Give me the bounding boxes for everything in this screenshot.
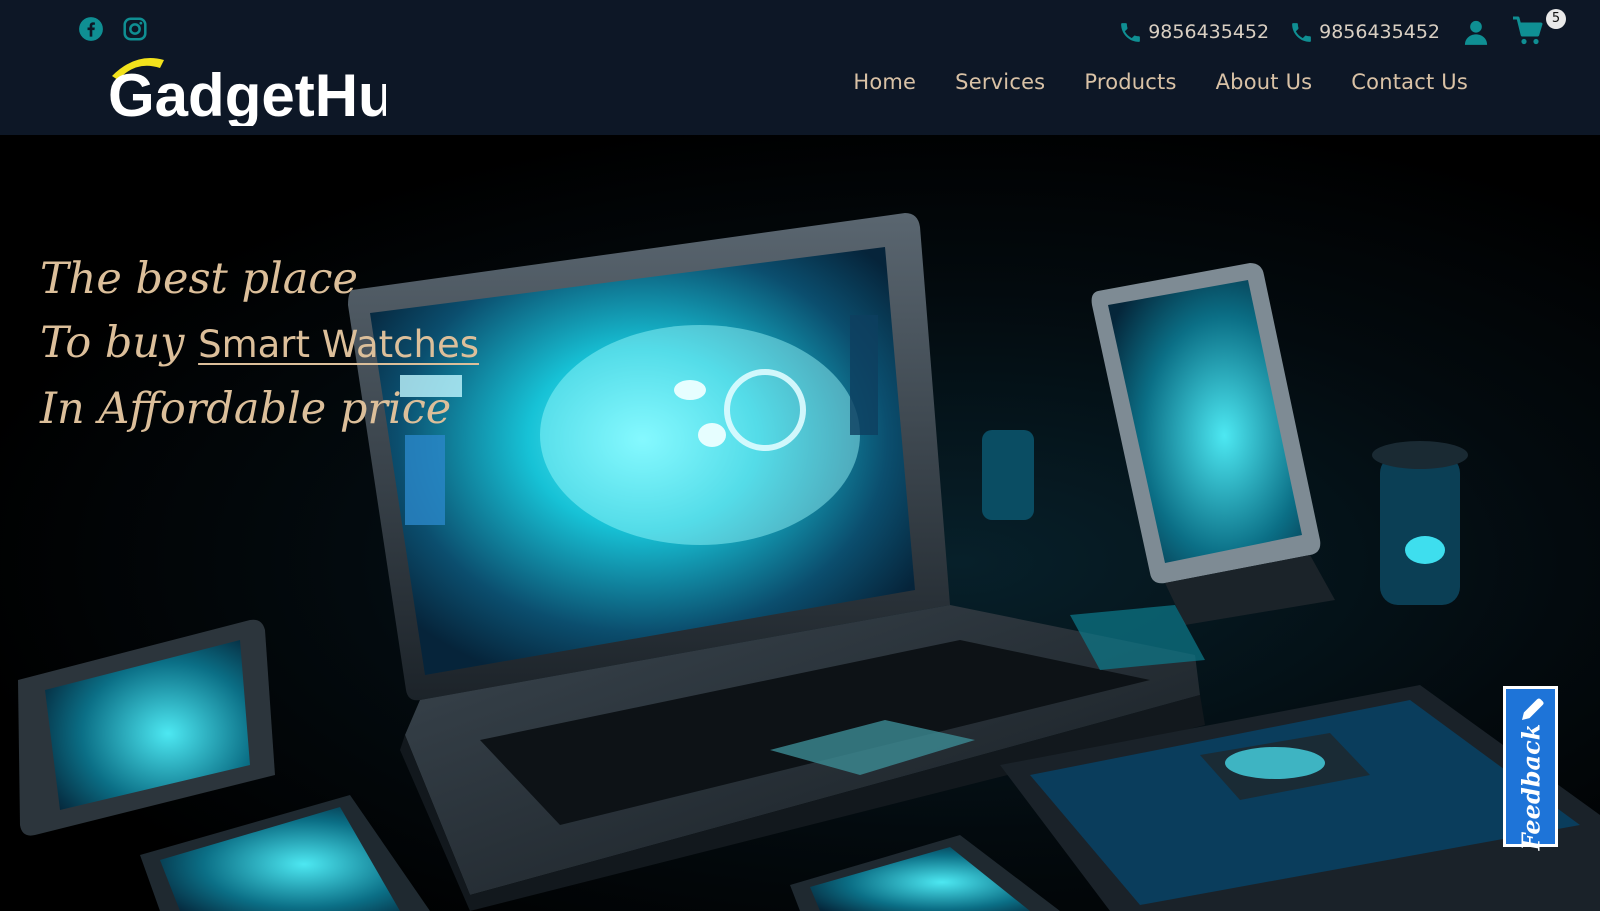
contact-bar: 9856435452 9856435452 5 bbox=[1118, 9, 1566, 48]
tagline-line-1: The best place bbox=[40, 254, 358, 304]
cart-count-badge: 5 bbox=[1546, 9, 1566, 29]
hero-tagline: The best place To buy Smart Watches In A… bbox=[40, 247, 479, 441]
tagline-line-2-prefix: To buy bbox=[40, 318, 199, 368]
phone-number: 9856435452 bbox=[1319, 21, 1440, 43]
feedback-label: Feedback bbox=[1516, 723, 1545, 851]
phone-icon bbox=[1121, 22, 1141, 42]
hero-banner: The best place To buy Smart Watches In A… bbox=[0, 135, 1600, 911]
main-nav: Home Services Products About Us Contact … bbox=[814, 70, 1468, 94]
cart-icon bbox=[1513, 16, 1543, 45]
nav-about-us[interactable]: About Us bbox=[1216, 70, 1313, 94]
phone-icon bbox=[1292, 22, 1311, 42]
nav-products[interactable]: Products bbox=[1084, 70, 1176, 94]
feedback-button[interactable]: Feedback bbox=[1503, 686, 1558, 850]
product-type-link[interactable]: Smart Watches bbox=[198, 323, 479, 366]
instagram-icon[interactable] bbox=[122, 16, 148, 42]
tagline-line-3: In Affordable price bbox=[40, 384, 452, 434]
nav-services[interactable]: Services bbox=[955, 70, 1045, 94]
user-icon[interactable] bbox=[1462, 18, 1490, 46]
nav-home[interactable]: Home bbox=[853, 70, 916, 94]
cart-button[interactable]: 5 bbox=[1512, 9, 1566, 48]
facebook-icon[interactable] bbox=[78, 16, 104, 42]
logo-brand-text: GadgetHub bbox=[108, 62, 386, 126]
pencil-icon bbox=[1522, 698, 1544, 720]
phone-link-2[interactable]: 9856435452 bbox=[1289, 20, 1440, 45]
social-links bbox=[78, 16, 148, 42]
site-header: GadgetHub 9856435452 9856435452 bbox=[0, 0, 1600, 135]
gadgethub-logo[interactable]: GadgetHub bbox=[106, 54, 386, 126]
tagline-line-2: To buy Smart Watches bbox=[40, 311, 479, 377]
phone-number: 9856435452 bbox=[1148, 21, 1270, 43]
phone-link-1[interactable]: 9856435452 bbox=[1118, 20, 1269, 45]
nav-contact-us[interactable]: Contact Us bbox=[1351, 70, 1468, 94]
